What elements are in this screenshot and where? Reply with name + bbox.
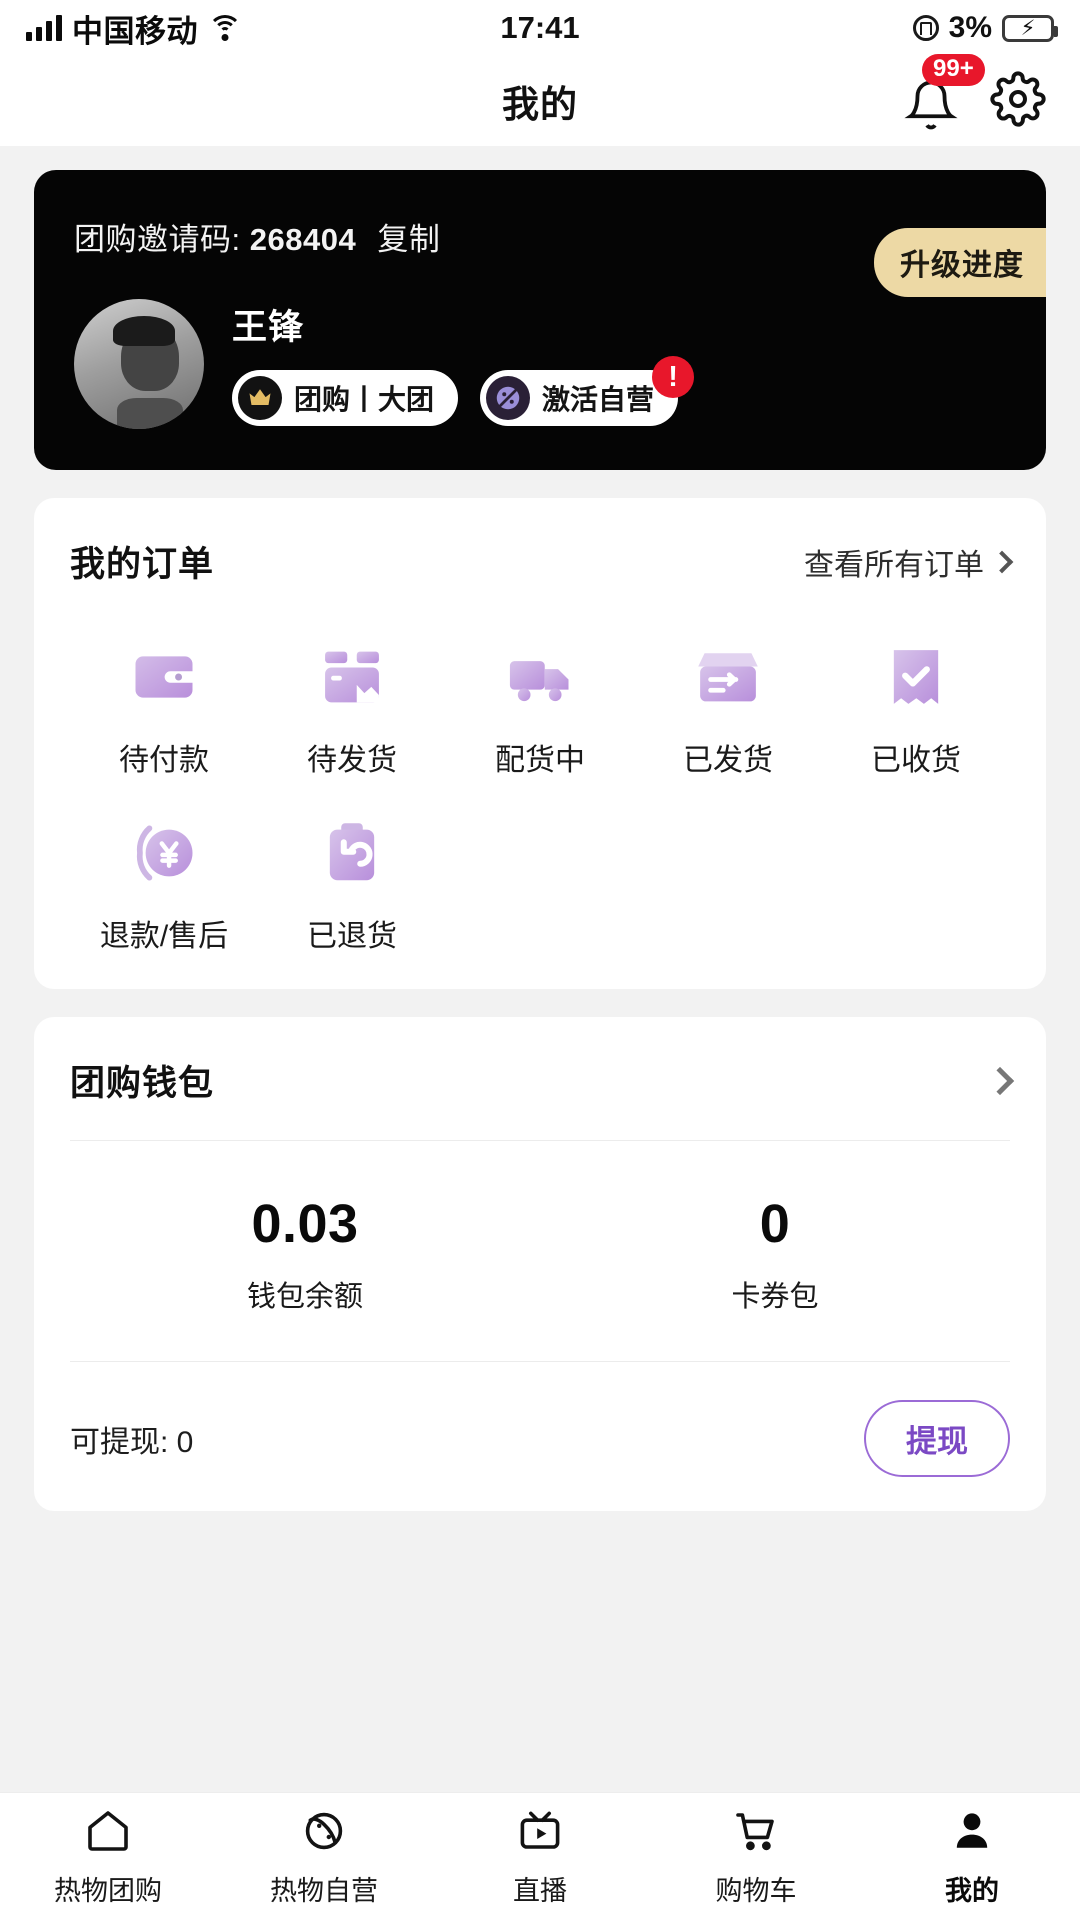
my-orders-header: 我的订单 查看所有订单 (70, 536, 1014, 587)
copy-invite-button[interactable]: 复制 (377, 222, 440, 257)
self-operated-icon (486, 376, 531, 420)
wallet-icon (126, 639, 202, 715)
tab-label: 直播 (513, 1876, 567, 1906)
alert-badge-icon: ! (652, 356, 695, 398)
crown-icon (238, 376, 282, 420)
order-status-returned[interactable]: 已退货 (258, 815, 446, 955)
truck-icon (502, 639, 578, 715)
view-all-orders-label: 查看所有订单 (804, 548, 984, 582)
carrier-label: 中国移动 (72, 13, 198, 49)
wallet-balance-value: 0.03 (251, 1194, 359, 1254)
activate-self-operated-badge[interactable]: 激活自营 ! (480, 356, 695, 426)
cart-icon (728, 1805, 784, 1857)
username-label: 王锋 (232, 308, 305, 347)
group-buy-badge[interactable]: 团购丨大团 (232, 370, 459, 426)
order-status-label: 已退货 (307, 920, 397, 953)
tab-group-buy[interactable]: 热物团购 (0, 1805, 216, 1908)
profile-info: 王锋 团购丨大团 激活自营 ! (232, 299, 695, 426)
home-icon (80, 1805, 136, 1857)
order-status-label: 待发货 (307, 744, 397, 777)
settings-button[interactable] (990, 70, 1046, 132)
my-orders-card: 我的订单 查看所有订单 待付款 待发货 配货中 已发货 已收货 退款/售后 已退… (34, 498, 1046, 989)
person-icon (944, 1805, 1000, 1857)
battery-percent-label: 3% (948, 11, 992, 44)
order-status-shipped[interactable]: 已发货 (634, 639, 822, 779)
box-icon (314, 639, 390, 715)
received-icon (878, 639, 954, 715)
tab-live[interactable]: 直播 (432, 1805, 648, 1908)
chevron-right-icon[interactable] (985, 1066, 1015, 1095)
wallet-header[interactable]: 团购钱包 (70, 1055, 1015, 1140)
invite-code-label: 团购邀请码: (74, 222, 241, 257)
avatar[interactable] (74, 299, 204, 429)
order-status-label: 已收货 (871, 744, 961, 777)
order-status-pending-shipment[interactable]: 待发货 (258, 639, 446, 779)
order-status-pending-payment[interactable]: 待付款 (70, 639, 258, 779)
order-status-refund-aftersales[interactable]: 退款/售后 (70, 815, 258, 955)
tab-label: 购物车 (715, 1876, 797, 1906)
wallet-title: 团购钱包 (70, 1064, 215, 1103)
status-bar: 中国移动 17:41 3% ⚡ (0, 0, 1080, 56)
notification-badge: 99+ (922, 54, 985, 86)
shipped-icon (690, 639, 766, 715)
refund-icon (126, 815, 202, 891)
wallet-balance-label: 钱包余额 (246, 1281, 363, 1313)
invite-code-value: 268404 (249, 222, 357, 257)
order-status-label: 待付款 (119, 744, 209, 777)
wallet-balance-stat[interactable]: 0.03 钱包余额 (70, 1193, 540, 1315)
order-status-label: 配货中 (495, 744, 585, 777)
group-buy-badge-label: 团购丨大团 (294, 384, 435, 415)
coupon-pack-stat[interactable]: 0 卡券包 (540, 1193, 1010, 1315)
notifications-button[interactable]: 99+ (904, 54, 985, 130)
profile-row: 王锋 团购丨大团 激活自营 ! (74, 299, 1046, 429)
wallet-footer: 可提现: 0 提现 (70, 1362, 1010, 1477)
profile-card[interactable]: 团购邀请码: 268404 复制 升级进度 王锋 团购丨大团 激活自营 ! (34, 170, 1046, 470)
tab-cart[interactable]: 购物车 (648, 1805, 864, 1908)
withdrawable-label: 可提现: 0 (70, 1425, 194, 1459)
view-all-orders-button[interactable]: 查看所有订单 (804, 540, 1014, 584)
returned-icon (314, 815, 390, 891)
coupon-pack-label: 卡券包 (731, 1281, 819, 1313)
chevron-right-icon (990, 550, 1014, 573)
coupon-pack-value: 0 (759, 1194, 791, 1254)
clock-label: 17:41 (500, 10, 580, 45)
order-status-label: 退款/售后 (99, 920, 229, 953)
status-bar-right: 3% ⚡ (912, 11, 1058, 45)
profile-badges: 团购丨大团 激活自营 ! (232, 356, 695, 426)
order-status-label: 已发货 (683, 744, 773, 777)
tv-play-icon (512, 1805, 568, 1857)
tab-label: 热物自营 (270, 1876, 378, 1906)
battery-charging-icon: ⚡ (1002, 14, 1058, 42)
activate-self-operated-label: 激活自营 (542, 384, 655, 415)
bottom-tab-bar: 热物团购 热物自营 直播 购物车 我的 (0, 1792, 1080, 1920)
group-buy-wallet-card: 团购钱包 0.03 钱包余额 0 卡券包 可提现: 0 提现 (34, 1017, 1046, 1511)
wifi-icon (208, 15, 242, 41)
planet-icon (296, 1805, 352, 1857)
status-bar-left: 中国移动 (26, 6, 242, 51)
tab-mine[interactable]: 我的 (864, 1805, 1080, 1908)
signal-bars-icon (26, 15, 62, 41)
my-orders-title: 我的订单 (70, 545, 215, 584)
header-actions: 99+ (904, 54, 1046, 146)
upgrade-progress-button[interactable]: 升级进度 (874, 228, 1046, 297)
page-title: 我的 (502, 84, 578, 125)
rotation-lock-icon (912, 15, 939, 41)
withdraw-button[interactable]: 提现 (864, 1400, 1010, 1477)
tab-self-operated[interactable]: 热物自营 (216, 1805, 432, 1908)
tab-label: 热物团购 (54, 1876, 162, 1906)
gear-icon (990, 70, 1046, 127)
tab-label: 我的 (945, 1876, 999, 1906)
order-status-in-distribution[interactable]: 配货中 (446, 639, 634, 779)
order-status-received[interactable]: 已收货 (822, 639, 1010, 779)
app-screen: 中国移动 17:41 3% ⚡ 我的 99+ 团购邀请码: 268404 复制 … (0, 0, 1080, 1920)
page-header: 我的 99+ (0, 54, 1080, 146)
order-status-grid: 待付款 待发货 配货中 已发货 已收货 退款/售后 已退货 (70, 639, 1010, 955)
wallet-stats: 0.03 钱包余额 0 卡券包 (70, 1141, 1010, 1361)
bell-icon (904, 80, 958, 130)
content-scroll-area[interactable]: 团购邀请码: 268404 复制 升级进度 王锋 团购丨大团 激活自营 ! 我的… (0, 146, 1080, 1792)
